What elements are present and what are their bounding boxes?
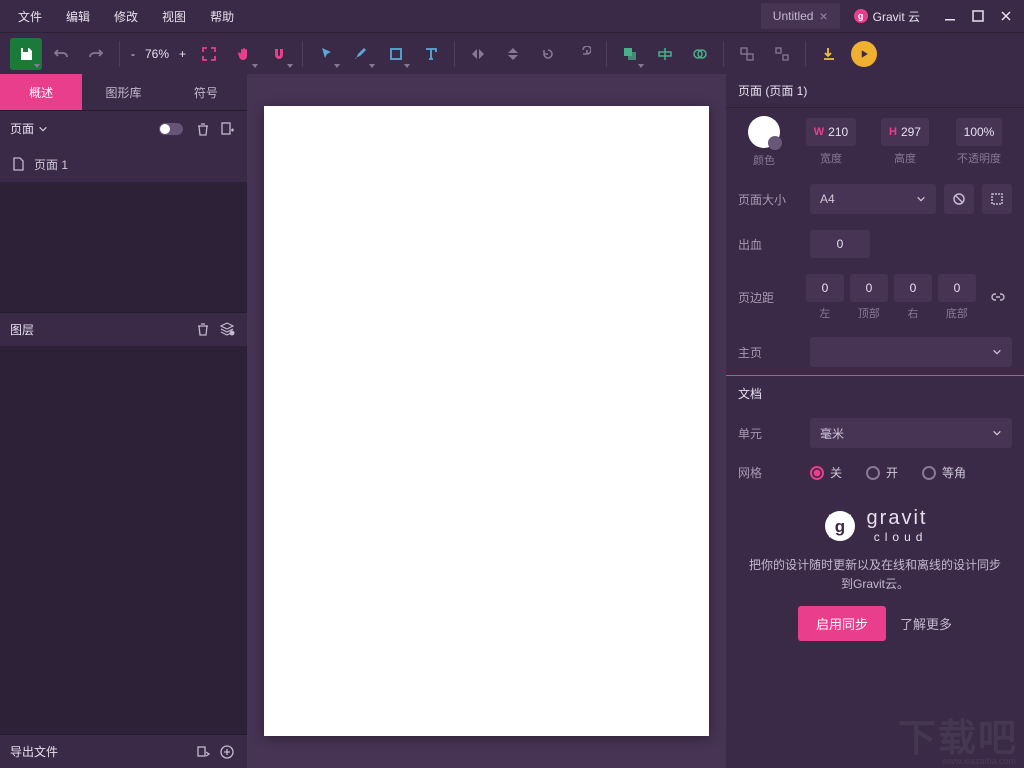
menu-help[interactable]: 帮助 [198, 2, 246, 31]
export-button[interactable] [813, 38, 845, 70]
chevron-down-icon [916, 194, 926, 204]
margin-bottom-input[interactable]: 0 [938, 274, 976, 302]
chevron-down-icon[interactable] [38, 124, 48, 134]
tab-overview[interactable]: 概述 [0, 74, 82, 110]
document-section-title: 文档 [726, 376, 1024, 410]
shape-tool-button[interactable] [380, 38, 412, 70]
fit-screen-button[interactable] [193, 38, 225, 70]
enable-sync-button[interactable]: 启用同步 [798, 606, 886, 641]
unit-select[interactable]: 毫米 [810, 418, 1012, 448]
cloud-description: 把你的设计随时更新以及在线和离线的设计同步到Gravit云。 [746, 556, 1004, 594]
menu-edit[interactable]: 编辑 [54, 2, 102, 31]
link-margins-button[interactable] [984, 283, 1012, 313]
learn-more-link[interactable]: 了解更多 [900, 614, 952, 633]
gravit-cloud-label: Gravit 云 [873, 8, 920, 25]
add-layer-icon[interactable] [217, 319, 237, 339]
width-sublabel: 宽度 [820, 150, 842, 166]
grid-label: 网格 [738, 464, 802, 481]
align-button[interactable] [649, 38, 681, 70]
page-size-select[interactable]: A4 [810, 184, 936, 214]
right-panel-title: 页面 (页面 1) [726, 74, 1024, 108]
close-tab-icon[interactable]: × [819, 8, 827, 24]
tab-symbols[interactable]: 符号 [165, 74, 247, 110]
menu-view[interactable]: 视图 [150, 2, 198, 31]
ungroup-button[interactable] [766, 38, 798, 70]
add-export-icon[interactable] [217, 742, 237, 762]
unit-label: 单元 [738, 425, 802, 442]
pointer-tool-button[interactable] [310, 38, 342, 70]
margin-left-input[interactable]: 0 [806, 274, 844, 302]
arrange-button[interactable] [614, 38, 646, 70]
document-tab-title: Untitled [773, 9, 814, 23]
chevron-down-icon [992, 428, 1002, 438]
flip-vertical-button[interactable] [497, 38, 529, 70]
height-input[interactable]: H297 [881, 118, 929, 146]
add-page-icon[interactable] [217, 119, 237, 139]
gravit-cloud-button[interactable]: g Gravit 云 [844, 3, 930, 30]
zoom-value[interactable]: 76% [141, 47, 173, 61]
margin-top-input[interactable]: 0 [850, 274, 888, 302]
clip-content-button[interactable] [982, 184, 1012, 214]
export-settings-icon[interactable] [193, 742, 213, 762]
master-label: 主页 [738, 344, 802, 361]
chevron-down-icon [992, 347, 1002, 357]
save-button[interactable] [10, 38, 42, 70]
page-size-label: 页面大小 [738, 191, 802, 208]
bleed-label: 出血 [738, 236, 802, 253]
undo-button[interactable] [45, 38, 77, 70]
window-maximize[interactable] [966, 4, 990, 28]
layers-label: 图层 [10, 321, 34, 338]
menu-file[interactable]: 文件 [6, 2, 54, 31]
menu-modify[interactable]: 修改 [102, 2, 150, 31]
redo-button[interactable] [80, 38, 112, 70]
hand-tool-button[interactable] [228, 38, 260, 70]
text-tool-button[interactable] [415, 38, 447, 70]
bleed-input[interactable]: 0 [810, 230, 870, 258]
page-color-swatch[interactable] [748, 116, 780, 148]
pathfinder-button[interactable] [684, 38, 716, 70]
page-item-label: 页面 1 [34, 156, 68, 173]
document-tab[interactable]: Untitled × [761, 3, 840, 29]
pages-label: 页面 [10, 120, 34, 137]
page-item-1[interactable]: 页面 1 [0, 146, 247, 182]
window-minimize[interactable] [938, 4, 962, 28]
window-close[interactable] [994, 4, 1018, 28]
grid-on-radio[interactable]: 开 [866, 464, 898, 481]
grid-off-radio[interactable]: 关 [810, 464, 842, 481]
rotate-ccw-button[interactable] [532, 38, 564, 70]
export-files-label: 导出文件 [10, 743, 58, 760]
rotate-cw-button[interactable] [567, 38, 599, 70]
svg-text:g: g [834, 517, 844, 536]
group-button[interactable] [731, 38, 763, 70]
canvas-area[interactable] [247, 74, 726, 768]
pen-tool-button[interactable] [345, 38, 377, 70]
opacity-input[interactable]: 100% [956, 118, 1003, 146]
gravit-logo-icon: g [823, 509, 857, 543]
zoom-out-button[interactable]: - [127, 47, 139, 61]
canvas-page[interactable] [264, 106, 709, 736]
grid-iso-radio[interactable]: 等角 [922, 464, 966, 481]
orientation-button[interactable] [944, 184, 974, 214]
page-icon [10, 156, 26, 172]
margin-label: 页边距 [738, 289, 798, 306]
magnet-tool-button[interactable] [263, 38, 295, 70]
flip-horizontal-button[interactable] [462, 38, 494, 70]
play-button[interactable] [848, 38, 880, 70]
color-sublabel: 颜色 [753, 152, 775, 168]
height-sublabel: 高度 [894, 150, 916, 166]
zoom-in-button[interactable]: + [175, 47, 190, 61]
gravit-cloud-logo: g gravitcloud [823, 507, 928, 544]
margin-right-input[interactable]: 0 [894, 274, 932, 302]
gravit-cloud-icon: g [854, 9, 868, 23]
delete-page-icon[interactable] [193, 119, 213, 139]
tab-library[interactable]: 图形库 [82, 74, 164, 110]
opacity-sublabel: 不透明度 [957, 150, 1001, 166]
master-select[interactable] [810, 337, 1012, 367]
width-input[interactable]: W210 [806, 118, 856, 146]
delete-layer-icon[interactable] [193, 319, 213, 339]
pages-toggle[interactable] [159, 123, 183, 135]
